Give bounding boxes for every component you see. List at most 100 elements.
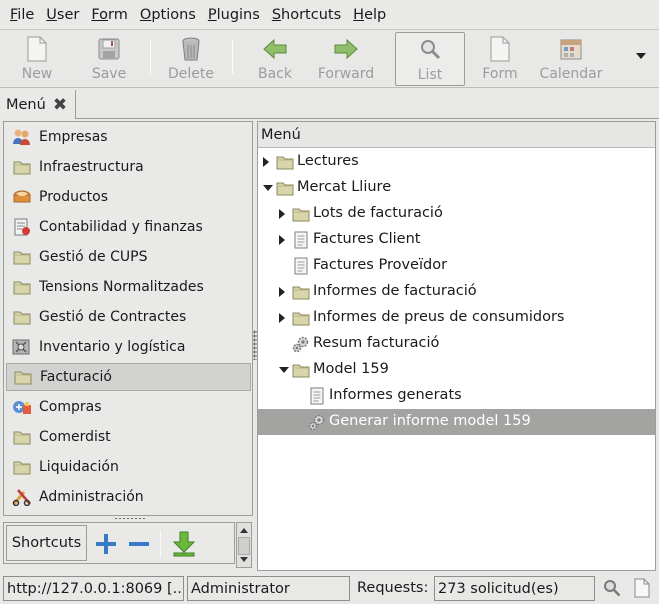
tree-row-label: Model 159	[313, 361, 389, 377]
menu-help[interactable]: Help	[347, 7, 392, 23]
menu-plugins[interactable]: Plugins	[202, 7, 266, 23]
tree-row-label: Resum facturació	[313, 335, 440, 351]
forward-label: Forward	[317, 66, 375, 82]
list-view-button[interactable]: List	[395, 32, 465, 86]
folder-icon	[276, 153, 294, 171]
shortcuts-scrollbar[interactable]	[236, 522, 252, 568]
shortcuts-label: Shortcuts	[6, 525, 87, 561]
menu-form[interactable]: Form	[85, 7, 134, 23]
tab-menu-label: Menú	[6, 96, 46, 113]
sidebar-item-label: Administración	[39, 489, 144, 505]
forward-button[interactable]: Forward	[311, 32, 381, 86]
stock-icon	[12, 338, 32, 356]
tree-row[interactable]: Informes de preus de consumidors	[258, 305, 655, 331]
sidebar-item-label: Facturació	[40, 369, 112, 385]
collapse-arrow-icon[interactable]	[279, 367, 289, 373]
new-label: New	[21, 66, 53, 82]
arrow-left-icon	[263, 38, 287, 60]
requests-field: 273 solicitud(es)	[434, 576, 595, 601]
pane-resize-handle[interactable]	[114, 517, 146, 520]
sidebar-item-compras[interactable]: Compras	[6, 393, 251, 421]
remove-shortcut-button[interactable]	[126, 531, 152, 557]
scroll-up-icon[interactable]	[240, 528, 248, 533]
server-field: http://127.0.0.1:8069 [...	[3, 576, 184, 601]
expand-arrow-icon[interactable]	[279, 287, 285, 297]
accounting-icon	[12, 218, 32, 236]
sidebar-item-comerdist[interactable]: Comerdist	[6, 423, 251, 451]
sidebar-item-empresas[interactable]: Empresas	[6, 123, 251, 151]
scroll-thumb[interactable]	[238, 537, 250, 555]
tree-row[interactable]: Factures Proveïdor	[258, 253, 655, 279]
gears-icon	[292, 335, 310, 353]
tree-row-label: Lots de facturació	[313, 205, 443, 221]
sidebar-item-administraci-n[interactable]: Administración	[6, 483, 251, 511]
sidebar-item-label: Compras	[39, 399, 102, 415]
scroll-down-icon[interactable]	[240, 557, 248, 562]
tree-row[interactable]: Informes de facturació	[258, 279, 655, 305]
menu-shortcuts[interactable]: Shortcuts	[266, 7, 347, 23]
back-button[interactable]: Back	[240, 32, 310, 86]
tree-row[interactable]: Mercat Lliure	[258, 175, 655, 201]
folder-icon	[12, 458, 32, 476]
tree-row[interactable]: Generar informe model 159	[258, 409, 655, 435]
document-icon[interactable]	[634, 578, 650, 602]
menu-user[interactable]: User	[40, 7, 85, 23]
sidebar-item-contabilidad-y-finanzas[interactable]: Contabilidad y finanzas	[6, 213, 251, 241]
tree-row[interactable]: Model 159	[258, 357, 655, 383]
user-field: Administrator	[187, 576, 350, 601]
tree-row-label: Factures Client	[313, 231, 421, 247]
document-icon	[292, 257, 310, 275]
menu-mnemonic: S	[271, 6, 282, 23]
delete-button[interactable]: Delete	[156, 32, 226, 86]
tree-row-label: Informes generats	[329, 387, 462, 403]
tree-row[interactable]: Informes generats	[258, 383, 655, 409]
folder-icon	[276, 179, 294, 197]
sidebar-item-tensions-normalitzades[interactable]: Tensions Normalitzades	[6, 273, 251, 301]
calendar-icon	[560, 39, 582, 60]
tree-row[interactable]: Lectures	[258, 149, 655, 175]
menu-file[interactable]: File	[4, 7, 40, 23]
menu-mnemonic: P	[207, 6, 217, 23]
new-document-icon	[27, 36, 47, 62]
sidebar-item-productos[interactable]: Productos	[6, 183, 251, 211]
sidebar-item-liquidaci-n[interactable]: Liquidación	[6, 453, 251, 481]
sidebar-item-label: Liquidación	[39, 459, 119, 475]
folder-icon	[292, 309, 310, 327]
expand-arrow-icon[interactable]	[279, 209, 285, 219]
menu-options[interactable]: Options	[134, 7, 202, 23]
sidebar-item-infraestructura[interactable]: Infraestructura	[6, 153, 251, 181]
save-button[interactable]: Save	[74, 32, 144, 86]
tree-row[interactable]: Factures Client	[258, 227, 655, 253]
tree-row-label: Informes de preus de consumidors	[313, 309, 565, 325]
expand-arrow-icon[interactable]	[279, 235, 285, 245]
sidebar-item-facturaci-[interactable]: Facturació	[6, 363, 251, 391]
module-list: Empresas Infraestructura Productos Contabil…	[3, 121, 253, 516]
toolbar-overflow-icon[interactable]	[636, 53, 646, 59]
tree-row[interactable]: Resum facturació	[258, 331, 655, 357]
new-button[interactable]: New	[2, 32, 72, 86]
close-tab-icon[interactable]: ✖	[53, 95, 67, 115]
sidebar-item-gesti-de-cups[interactable]: Gestió de CUPS	[6, 243, 251, 271]
toolbar: New Save Delete Back Forward List Form C…	[0, 30, 659, 88]
sidebar-item-inventario-y-log-stica[interactable]: Inventario y logística	[6, 333, 251, 361]
tree-column-header[interactable]: Menú	[258, 122, 655, 148]
download-arrow-icon	[172, 531, 196, 557]
expand-arrow-icon[interactable]	[263, 157, 269, 167]
goto-shortcut-button[interactable]	[171, 531, 197, 557]
collapse-arrow-icon[interactable]	[263, 185, 273, 191]
form-document-icon	[490, 36, 510, 62]
toolbar-separator	[232, 40, 233, 74]
form-view-button[interactable]: Form	[465, 32, 535, 86]
menu-mnemonic: H	[353, 6, 365, 23]
folder-icon	[292, 283, 310, 301]
arrow-right-icon	[334, 38, 358, 60]
expand-arrow-icon[interactable]	[279, 313, 285, 323]
tree-row[interactable]: Lots de facturació	[258, 201, 655, 227]
partners-icon	[12, 128, 32, 146]
sidebar-item-gesti-de-contractes[interactable]: Gestió de Contractes	[6, 303, 251, 331]
calendar-view-button[interactable]: Calendar	[536, 32, 606, 86]
search-icon[interactable]	[603, 579, 621, 601]
folder-icon	[13, 368, 33, 386]
add-shortcut-button[interactable]	[93, 531, 119, 557]
tab-menu[interactable]: Menú ✖	[0, 90, 76, 119]
